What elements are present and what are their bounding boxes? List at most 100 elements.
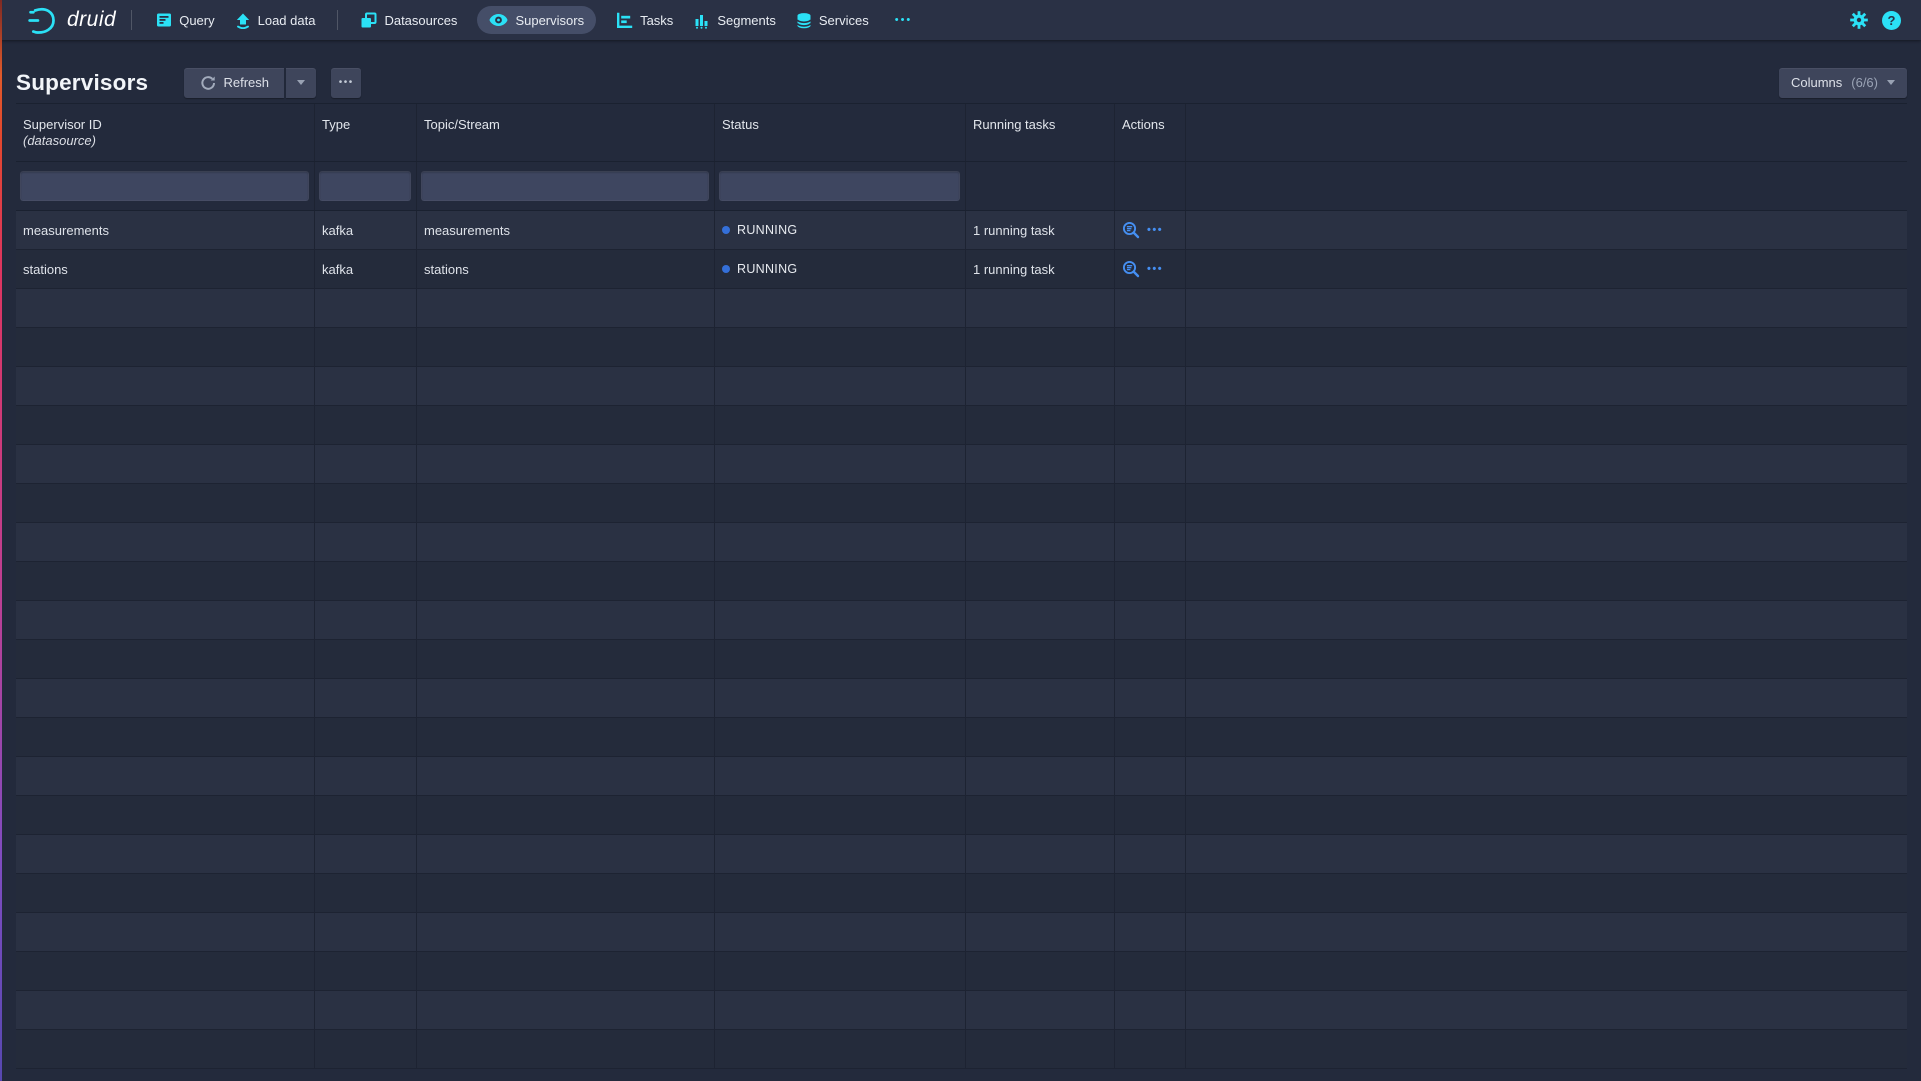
table-cell-empty [1115, 484, 1186, 522]
table-cell-empty [966, 796, 1115, 834]
table-cell-empty [417, 406, 715, 444]
table-cell-empty [715, 796, 966, 834]
table-row-empty [16, 601, 1907, 640]
table-cell-empty [1186, 367, 1907, 405]
table-cell-empty [315, 952, 417, 990]
nav-item-query[interactable]: Query [146, 6, 224, 34]
refresh-button-label: Refresh [224, 75, 270, 90]
row-more-actions-icon[interactable]: ••• [1147, 263, 1163, 275]
column-header-actions[interactable]: Actions [1115, 104, 1186, 161]
column-header-type[interactable]: Type [315, 104, 417, 161]
inspect-magnifier-icon[interactable] [1122, 221, 1140, 239]
inspect-magnifier-icon[interactable] [1122, 260, 1140, 278]
datasources-icon [360, 12, 377, 29]
column-header-label: Actions [1122, 117, 1177, 133]
nav-overflow-button[interactable]: ••• [887, 14, 921, 26]
table-cell-empty [315, 406, 417, 444]
screen-edge-gradient [0, 0, 2, 1081]
table-cell-empty [1115, 367, 1186, 405]
refresh-icon [200, 75, 216, 91]
table-row-empty [16, 562, 1907, 601]
cell-actions: ••• [1115, 211, 1186, 249]
table-cell-empty [417, 523, 715, 561]
cell-supervisor-id[interactable]: measurements [16, 211, 315, 249]
column-header-supervisor-id[interactable]: Supervisor ID (datasource) [16, 104, 315, 161]
table-cell-empty [1115, 562, 1186, 600]
cell-status[interactable]: RUNNING [715, 211, 966, 249]
table-cell-empty [966, 718, 1115, 756]
view-more-button[interactable]: ••• [331, 68, 361, 98]
table-cell-empty [966, 406, 1115, 444]
nav-item-segments[interactable]: Segments [683, 6, 786, 34]
nav-item-tasks[interactable]: Tasks [606, 6, 683, 34]
nav-item-supervisors[interactable]: Supervisors [477, 6, 596, 34]
table-cell-empty [16, 484, 315, 522]
table-row-empty [16, 874, 1907, 913]
table-cell-empty [16, 718, 315, 756]
cell-topic-stream[interactable]: stations [417, 250, 715, 288]
cell-topic-stream[interactable]: measurements [417, 211, 715, 249]
druid-logo[interactable]: druid [26, 4, 116, 37]
table-cell-empty [1186, 718, 1907, 756]
table-cell-empty [16, 874, 315, 912]
cell-running-tasks[interactable]: 1 running task [966, 211, 1115, 249]
table-cell-empty [966, 874, 1115, 912]
supervisors-table: Supervisor ID (datasource) Type Topic/St… [16, 103, 1907, 1069]
filter-topic-stream-input[interactable] [421, 171, 709, 201]
settings-gear-icon[interactable] [1849, 10, 1869, 30]
nav-item-services[interactable]: Services [786, 6, 879, 34]
table-cell-empty [715, 835, 966, 873]
columns-button[interactable]: Columns (6/6) [1779, 68, 1907, 98]
table-cell-empty [1186, 796, 1907, 834]
cell-status[interactable]: RUNNING [715, 250, 966, 288]
table-row-empty [16, 406, 1907, 445]
gantt-chart-icon [616, 12, 633, 29]
cell-type[interactable]: kafka [315, 250, 417, 288]
refresh-button[interactable]: Refresh [184, 68, 284, 98]
table-cell-empty [315, 367, 417, 405]
cell-type[interactable]: kafka [315, 211, 417, 249]
table-row-empty [16, 679, 1907, 718]
table-cell-empty [315, 1030, 417, 1068]
table-cell-empty [16, 289, 315, 327]
table-row-empty [16, 718, 1907, 757]
filter-supervisor-id-input[interactable] [20, 171, 309, 201]
table-row-empty [16, 1030, 1907, 1069]
filter-type-input[interactable] [319, 171, 411, 201]
table-cell-empty [966, 757, 1115, 795]
table-row[interactable]: measurements kafka measurements RUNNING … [16, 211, 1907, 250]
chevron-down-icon [1887, 80, 1895, 85]
table-cell-empty [417, 757, 715, 795]
table-cell-empty [715, 367, 966, 405]
nav-item-load-data[interactable]: Load data [225, 6, 326, 34]
table-cell-empty [315, 796, 417, 834]
table-cell-empty [715, 523, 966, 561]
refresh-interval-caret-button[interactable] [286, 68, 316, 98]
table-cell-empty [715, 289, 966, 327]
query-icon [156, 12, 172, 28]
cell-supervisor-id[interactable]: stations [16, 250, 315, 288]
table-cell-empty [315, 757, 417, 795]
cell-running-tasks[interactable]: 1 running task [966, 250, 1115, 288]
table-cell-empty [1186, 523, 1907, 561]
table-cell-empty [417, 484, 715, 522]
table-cell-empty [16, 406, 315, 444]
table-cell-empty [16, 445, 315, 483]
table-cell-empty [1186, 406, 1907, 444]
table-row-empty [16, 991, 1907, 1030]
table-row[interactable]: stations kafka stations RUNNING 1 runnin… [16, 250, 1907, 289]
column-header-status[interactable]: Status [715, 104, 966, 161]
help-icon[interactable]: ? [1882, 11, 1901, 30]
table-cell-empty [1115, 757, 1186, 795]
row-more-actions-icon[interactable]: ••• [1147, 224, 1163, 236]
table-row-empty [16, 913, 1907, 952]
nav-item-datasources[interactable]: Datasources [350, 6, 467, 34]
table-cell-empty [1115, 1030, 1186, 1068]
table-cell-empty [1115, 289, 1186, 327]
column-header-running-tasks[interactable]: Running tasks [966, 104, 1115, 161]
page-title: Supervisors [16, 70, 148, 96]
filter-status-input[interactable] [719, 171, 960, 201]
nav-item-label: Load data [258, 13, 316, 28]
table-cell-empty [1115, 913, 1186, 951]
column-header-topic-stream[interactable]: Topic/Stream [417, 104, 715, 161]
